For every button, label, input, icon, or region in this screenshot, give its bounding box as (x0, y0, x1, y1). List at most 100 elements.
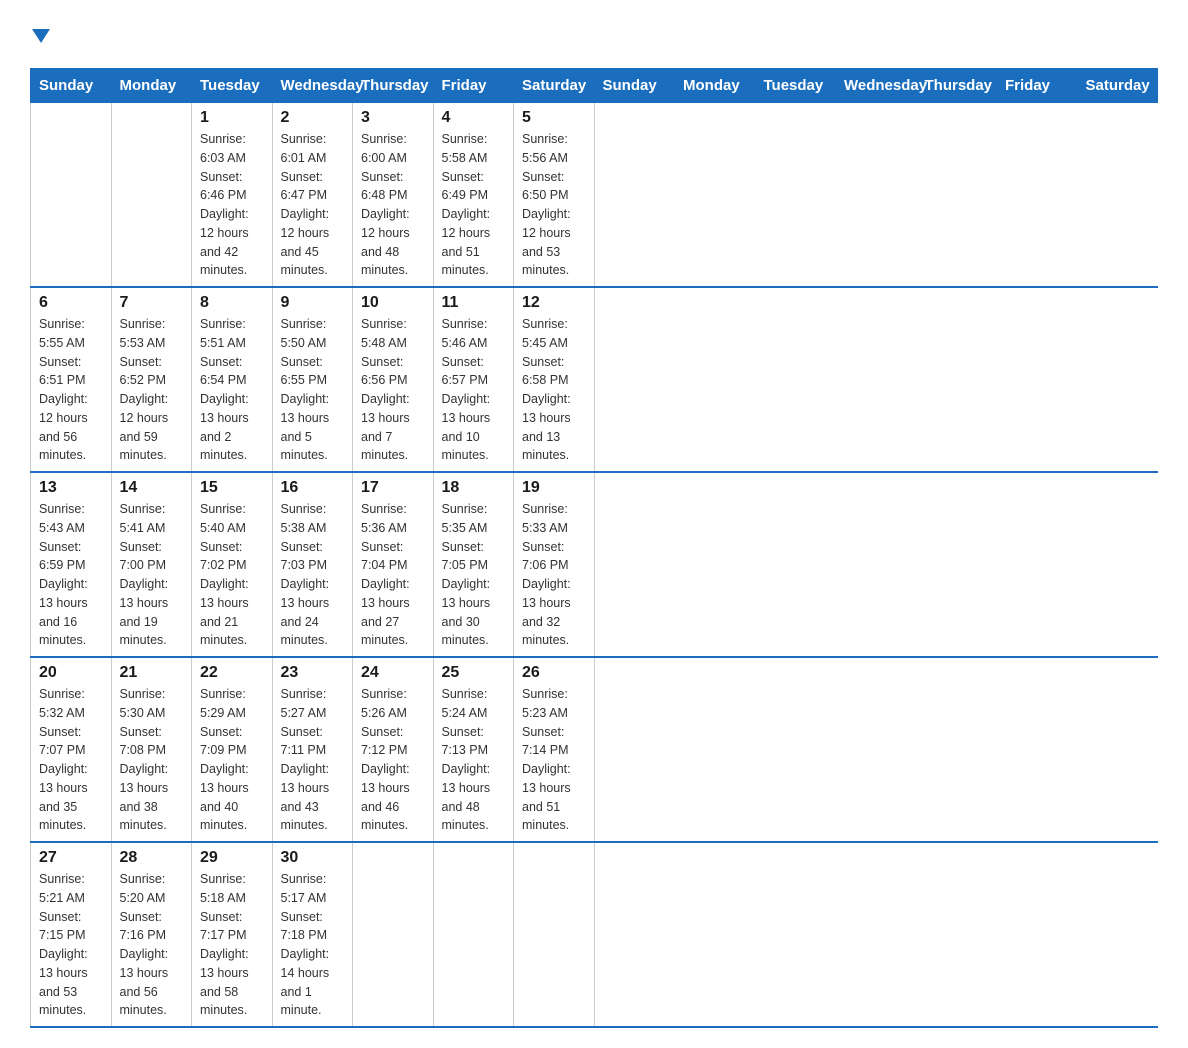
day-info: Sunrise: 5:18 AM Sunset: 7:17 PM Dayligh… (200, 870, 264, 1020)
calendar-cell: 29Sunrise: 5:18 AM Sunset: 7:17 PM Dayli… (192, 842, 273, 1027)
weekday-header-friday: Friday (997, 69, 1078, 103)
calendar-cell: 7Sunrise: 5:53 AM Sunset: 6:52 PM Daylig… (111, 287, 192, 472)
day-info: Sunrise: 5:38 AM Sunset: 7:03 PM Dayligh… (281, 500, 345, 650)
calendar-cell: 22 Sunrise: 5:29 AM Sunset: 7:09 PM Dayli… (192, 657, 273, 842)
calendar-week-row: 1Sunrise: 6:03 AM Sunset: 6:46 PM Daylig… (31, 103, 1158, 288)
calendar-cell: 5Sunrise: 5:56 AM Sunset: 6:50 PM Daylig… (514, 103, 595, 288)
calendar-cell: 25 Sunrise: 5:24 AM Sunset: 7:13 PM Dayli… (433, 657, 514, 842)
calendar-cell: 10 Sunrise: 5:48 AM Sunset: 6:56 PM Dayli… (353, 287, 434, 472)
weekday-header-wednesday: Wednesday (272, 69, 353, 103)
weekday-header-sunday: Sunday (31, 69, 112, 103)
calendar-cell: 28Sunrise: 5:20 AM Sunset: 7:16 PM Dayli… (111, 842, 192, 1027)
day-number: 25 (442, 664, 506, 682)
calendar-table: SundayMondayTuesdayWednesdayThursdayFrid… (30, 68, 1158, 1028)
day-info: Sunrise: 5:46 AM Sunset: 6:57 PM Dayligh… (442, 315, 506, 465)
weekday-header-saturday: Saturday (514, 69, 595, 103)
day-info: Sunrise: 5:51 AM Sunset: 6:54 PM Dayligh… (200, 315, 264, 465)
calendar-cell: 6 Sunrise: 5:55 AM Sunset: 6:51 PM Daylig… (31, 287, 112, 472)
weekday-header-thursday: Thursday (353, 69, 434, 103)
calendar-week-row: 20 Sunrise: 5:32 AM Sunset: 7:07 PM Dayli… (31, 657, 1158, 842)
day-number: 28 (120, 849, 184, 867)
day-info: Sunrise: 6:00 AM Sunset: 6:48 PM Dayligh… (361, 130, 425, 280)
day-number: 26 (522, 664, 586, 682)
calendar-cell: 21 Sunrise: 5:30 AM Sunset: 7:08 PM Dayli… (111, 657, 192, 842)
day-number: 17 (361, 479, 425, 497)
day-number: 6 (39, 294, 103, 312)
day-info: Sunrise: 5:17 AM Sunset: 7:18 PM Dayligh… (281, 870, 345, 1020)
calendar-cell: 30 Sunrise: 5:17 AM Sunset: 7:18 PM Dayli… (272, 842, 353, 1027)
day-info: Sunrise: 5:32 AM Sunset: 7:07 PM Dayligh… (39, 685, 103, 835)
weekday-header-monday: Monday (111, 69, 192, 103)
day-number: 12 (522, 294, 586, 312)
day-number: 20 (39, 664, 103, 682)
day-info: Sunrise: 5:48 AM Sunset: 6:56 PM Dayligh… (361, 315, 425, 465)
weekday-header-friday: Friday (433, 69, 514, 103)
day-number: 30 (281, 849, 345, 867)
calendar-cell: 4 Sunrise: 5:58 AM Sunset: 6:49 PM Daylig… (433, 103, 514, 288)
calendar-week-row: 6 Sunrise: 5:55 AM Sunset: 6:51 PM Daylig… (31, 287, 1158, 472)
calendar-week-row: 27 Sunrise: 5:21 AM Sunset: 7:15 PM Dayli… (31, 842, 1158, 1027)
day-info: Sunrise: 5:43 AM Sunset: 6:59 PM Dayligh… (39, 500, 103, 650)
day-info: Sunrise: 5:45 AM Sunset: 6:58 PM Dayligh… (522, 315, 586, 465)
weekday-header-monday: Monday (675, 69, 756, 103)
calendar-cell: 24Sunrise: 5:26 AM Sunset: 7:12 PM Dayli… (353, 657, 434, 842)
calendar-cell (514, 842, 595, 1027)
weekday-header-saturday: Saturday (1077, 69, 1158, 103)
day-number: 13 (39, 479, 103, 497)
day-info: Sunrise: 5:40 AM Sunset: 7:02 PM Dayligh… (200, 500, 264, 650)
day-info: Sunrise: 5:21 AM Sunset: 7:15 PM Dayligh… (39, 870, 103, 1020)
calendar-cell: 20 Sunrise: 5:32 AM Sunset: 7:07 PM Dayli… (31, 657, 112, 842)
calendar-cell: 9Sunrise: 5:50 AM Sunset: 6:55 PM Daylig… (272, 287, 353, 472)
day-number: 27 (39, 849, 103, 867)
day-number: 21 (120, 664, 184, 682)
calendar-header-row: SundayMondayTuesdayWednesdayThursdayFrid… (31, 69, 1158, 103)
day-number: 18 (442, 479, 506, 497)
day-number: 15 (200, 479, 264, 497)
day-number: 19 (522, 479, 586, 497)
weekday-header-tuesday: Tuesday (755, 69, 836, 103)
logo-triangle-icon (32, 29, 50, 43)
day-number: 1 (200, 109, 264, 127)
weekday-header-thursday: Thursday (916, 69, 997, 103)
day-info: Sunrise: 5:55 AM Sunset: 6:51 PM Dayligh… (39, 315, 103, 465)
day-number: 10 (361, 294, 425, 312)
calendar-cell: 11 Sunrise: 5:46 AM Sunset: 6:57 PM Dayli… (433, 287, 514, 472)
calendar-cell (111, 103, 192, 288)
calendar-cell: 23Sunrise: 5:27 AM Sunset: 7:11 PM Dayli… (272, 657, 353, 842)
day-info: Sunrise: 5:24 AM Sunset: 7:13 PM Dayligh… (442, 685, 506, 835)
day-number: 5 (522, 109, 586, 127)
day-number: 22 (200, 664, 264, 682)
calendar-cell: 17 Sunrise: 5:36 AM Sunset: 7:04 PM Dayli… (353, 472, 434, 657)
day-info: Sunrise: 5:23 AM Sunset: 7:14 PM Dayligh… (522, 685, 586, 835)
day-info: Sunrise: 5:27 AM Sunset: 7:11 PM Dayligh… (281, 685, 345, 835)
page-header (30, 20, 1158, 48)
day-info: Sunrise: 5:36 AM Sunset: 7:04 PM Dayligh… (361, 500, 425, 650)
day-info: Sunrise: 5:29 AM Sunset: 7:09 PM Dayligh… (200, 685, 264, 835)
calendar-cell (353, 842, 434, 1027)
day-number: 16 (281, 479, 345, 497)
day-info: Sunrise: 5:30 AM Sunset: 7:08 PM Dayligh… (120, 685, 184, 835)
calendar-cell: 27 Sunrise: 5:21 AM Sunset: 7:15 PM Dayli… (31, 842, 112, 1027)
calendar-cell: 16 Sunrise: 5:38 AM Sunset: 7:03 PM Dayli… (272, 472, 353, 657)
day-number: 7 (120, 294, 184, 312)
weekday-header-wednesday: Wednesday (836, 69, 917, 103)
calendar-cell: 1Sunrise: 6:03 AM Sunset: 6:46 PM Daylig… (192, 103, 273, 288)
calendar-cell: 8 Sunrise: 5:51 AM Sunset: 6:54 PM Daylig… (192, 287, 273, 472)
day-number: 11 (442, 294, 506, 312)
day-info: Sunrise: 6:01 AM Sunset: 6:47 PM Dayligh… (281, 130, 345, 280)
day-info: Sunrise: 5:58 AM Sunset: 6:49 PM Dayligh… (442, 130, 506, 280)
day-number: 8 (200, 294, 264, 312)
day-info: Sunrise: 5:41 AM Sunset: 7:00 PM Dayligh… (120, 500, 184, 650)
calendar-cell: 3 Sunrise: 6:00 AM Sunset: 6:48 PM Daylig… (353, 103, 434, 288)
day-number: 4 (442, 109, 506, 127)
day-number: 3 (361, 109, 425, 127)
calendar-cell: 14Sunrise: 5:41 AM Sunset: 7:00 PM Dayli… (111, 472, 192, 657)
calendar-cell (31, 103, 112, 288)
day-number: 2 (281, 109, 345, 127)
weekday-header-sunday: Sunday (594, 69, 675, 103)
calendar-cell (433, 842, 514, 1027)
calendar-week-row: 13 Sunrise: 5:43 AM Sunset: 6:59 PM Dayli… (31, 472, 1158, 657)
calendar-cell: 12 Sunrise: 5:45 AM Sunset: 6:58 PM Dayli… (514, 287, 595, 472)
day-info: Sunrise: 5:26 AM Sunset: 7:12 PM Dayligh… (361, 685, 425, 835)
day-info: Sunrise: 5:35 AM Sunset: 7:05 PM Dayligh… (442, 500, 506, 650)
